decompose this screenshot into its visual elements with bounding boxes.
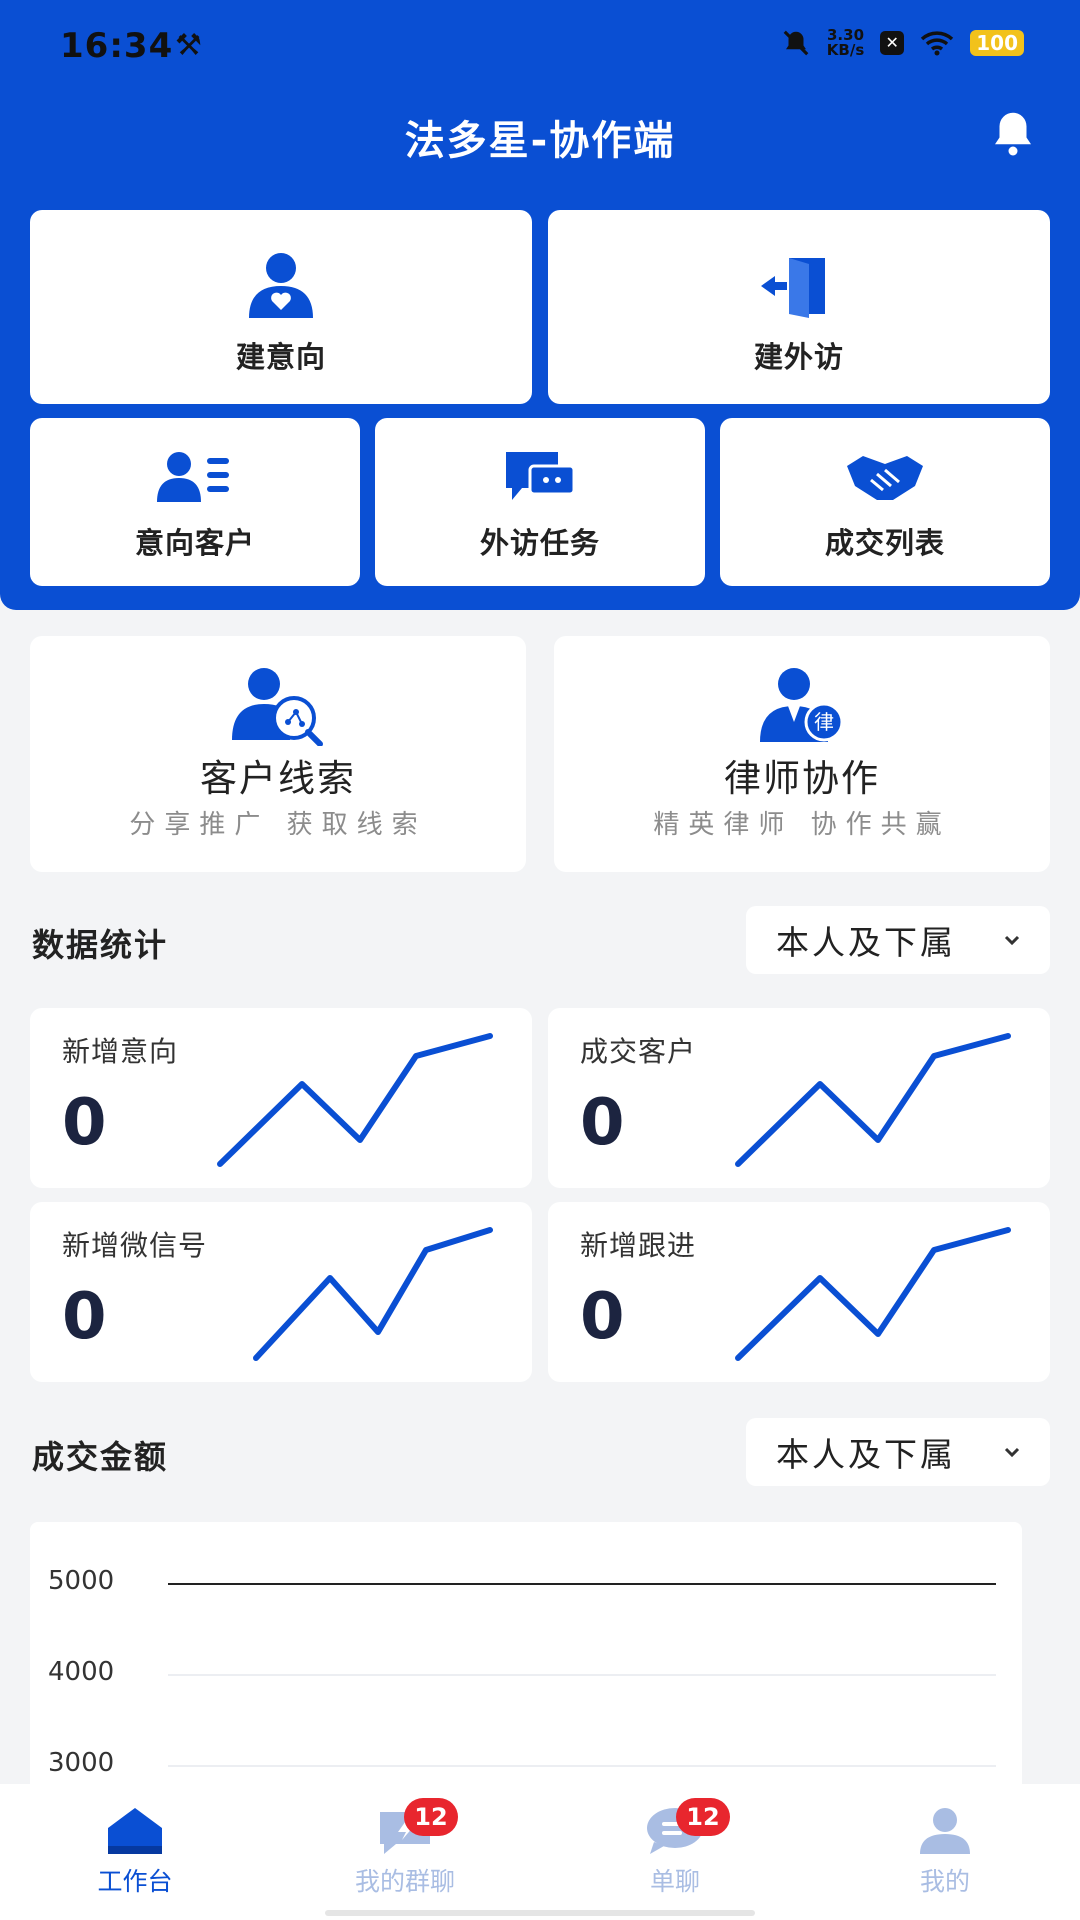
tab-label: 工作台 bbox=[97, 1867, 173, 1896]
net-speed-unit: KB/s bbox=[826, 41, 865, 59]
stat-card-deal-customers[interactable]: 成交客户 0 bbox=[548, 1008, 1050, 1188]
trend-sparkline-icon bbox=[217, 1033, 493, 1167]
deal-amount-title: 成交金额 bbox=[32, 1438, 169, 1476]
handshake-icon bbox=[847, 456, 923, 500]
stat-card-new-intention[interactable]: 新增意向 0 bbox=[30, 1008, 532, 1188]
feature-title: 客户线索 bbox=[200, 757, 356, 800]
bottom-tab-bar: 工作台 12 我的群聊 12 单聊 我的 bbox=[0, 1784, 1080, 1920]
chevron-down-icon bbox=[1004, 935, 1020, 946]
unread-badge: 12 bbox=[676, 1798, 730, 1836]
chat-bubbles-icon bbox=[506, 452, 576, 500]
net-speed: 3.30 KB/s bbox=[827, 28, 864, 58]
tab-profile[interactable]: 我的 bbox=[810, 1784, 1080, 1920]
create-visit-button[interactable]: 建外访 bbox=[548, 210, 1050, 404]
home-indicator bbox=[325, 1910, 755, 1916]
tab-label: 单聊 bbox=[649, 1867, 700, 1896]
x-app-icon: ✕ bbox=[880, 31, 905, 55]
quick-action-label: 意向客户 bbox=[134, 526, 255, 560]
tab-direct-chat[interactable]: 12 单聊 bbox=[540, 1784, 810, 1920]
dropdown-value: 本人及下属 bbox=[776, 923, 956, 962]
lawyer-collaboration-card[interactable]: 律 律师协作 精英律师 协作共赢 bbox=[554, 636, 1050, 872]
data-stats-filter-dropdown[interactable]: 本人及下属 bbox=[746, 906, 1050, 974]
trend-sparkline-icon bbox=[253, 1227, 493, 1361]
feature-title: 律师协作 bbox=[724, 757, 880, 800]
mute-bell-icon bbox=[783, 30, 809, 56]
user-share-search-icon bbox=[232, 668, 323, 746]
customer-leads-card[interactable]: 客户线索 分享推广 获取线索 bbox=[30, 636, 526, 872]
feature-subtitle: 分享推广 获取线索 bbox=[129, 810, 427, 840]
quick-action-label: 建外访 bbox=[753, 340, 844, 374]
status-indicators: 3.30 KB/s ✕ 100 bbox=[781, 28, 1024, 58]
unread-badge: 12 bbox=[404, 1798, 458, 1836]
user-list-icon bbox=[157, 452, 229, 502]
quick-action-label: 外访任务 bbox=[479, 526, 600, 560]
tab-label: 我的 bbox=[919, 1867, 970, 1896]
intention-customers-button[interactable]: 意向客户 bbox=[30, 418, 360, 586]
status-time: 16:34 bbox=[60, 26, 174, 66]
trend-sparkline-icon bbox=[735, 1227, 1011, 1361]
stat-card-new-wechat[interactable]: 新增微信号 0 bbox=[30, 1202, 532, 1382]
wifi-icon bbox=[921, 31, 954, 56]
battery-indicator: 100 bbox=[970, 30, 1024, 56]
lawyer-icon: 律 bbox=[760, 668, 844, 742]
page-title: 法多星-协作端 bbox=[404, 118, 676, 164]
bell-icon[interactable] bbox=[986, 106, 1040, 160]
tools-icon: ⚒ bbox=[175, 28, 202, 63]
profile-icon bbox=[920, 1808, 970, 1854]
stat-card-new-followup[interactable]: 新增跟进 0 bbox=[548, 1202, 1050, 1382]
user-heart-icon bbox=[249, 253, 313, 318]
lawyer-badge-text: 律 bbox=[814, 710, 834, 734]
create-intention-button[interactable]: 建意向 bbox=[30, 210, 532, 404]
trend-sparkline-icon bbox=[735, 1033, 1011, 1167]
door-exit-icon bbox=[761, 258, 825, 318]
tab-my-group-chats[interactable]: 12 我的群聊 bbox=[270, 1784, 540, 1920]
deal-list-button[interactable]: 成交列表 bbox=[720, 418, 1050, 586]
chevron-down-icon bbox=[1004, 1447, 1020, 1458]
y-tick-label: 5000 bbox=[48, 1566, 115, 1596]
deal-amount-filter-dropdown[interactable]: 本人及下属 bbox=[746, 1418, 1050, 1486]
home-icon bbox=[108, 1808, 162, 1854]
tab-label: 我的群聊 bbox=[354, 1867, 455, 1896]
dropdown-value: 本人及下属 bbox=[776, 1435, 956, 1474]
y-tick-label: 3000 bbox=[48, 1748, 115, 1778]
quick-action-label: 建意向 bbox=[235, 340, 326, 374]
y-tick-label: 4000 bbox=[48, 1657, 115, 1687]
feature-subtitle: 精英律师 协作共赢 bbox=[653, 810, 951, 840]
tab-workbench[interactable]: 工作台 bbox=[0, 1784, 270, 1920]
visit-tasks-button[interactable]: 外访任务 bbox=[375, 418, 705, 586]
quick-action-label: 成交列表 bbox=[824, 526, 945, 560]
data-stats-title: 数据统计 bbox=[32, 926, 169, 964]
status-bar: 16:34 ⚒ 3.30 KB/s ✕ 100 bbox=[0, 0, 1080, 95]
